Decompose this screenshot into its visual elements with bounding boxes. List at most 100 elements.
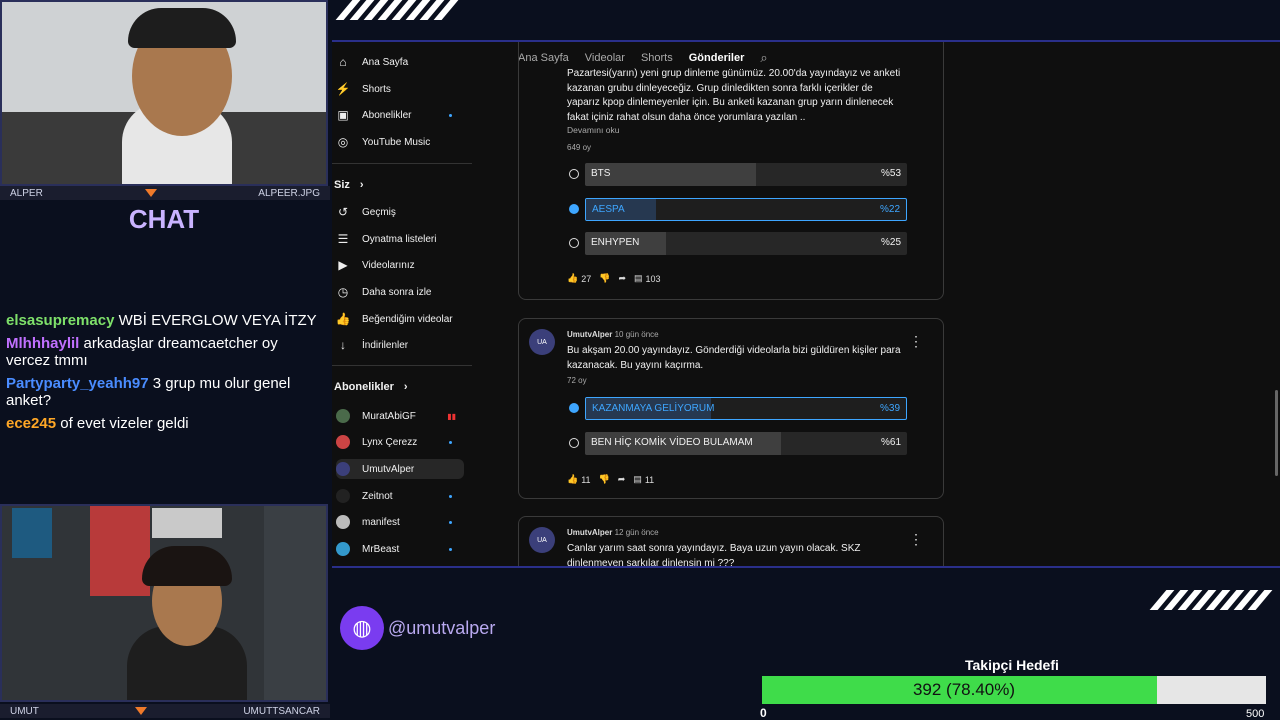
sidebar-item-label: UmutvAlper	[362, 463, 415, 475]
comments-button[interactable]: ▤ 103	[634, 273, 661, 284]
section-label: Abonelikler	[334, 381, 394, 393]
video-icon: ▶	[338, 258, 348, 272]
comment-icon: ▤	[634, 273, 643, 283]
sidebar-item-history[interactable]: ↺ Geçmiş	[336, 202, 464, 222]
handle-text: @umutvalper	[388, 617, 496, 638]
sidebar-channel-mrbeast[interactable]: MrBeast	[336, 539, 464, 559]
post-author[interactable]: UmutvAlper	[567, 528, 612, 537]
webcam-top-handle: ALPEER.JPG	[258, 187, 320, 199]
poll-radio-checked[interactable]	[569, 403, 579, 413]
poll-radio[interactable]	[569, 169, 579, 179]
share-button[interactable]: ➦	[618, 474, 626, 485]
sidebar-item-playlists[interactable]: ☰ Oynatma listeleri	[336, 229, 464, 249]
new-content-dot	[449, 547, 452, 551]
post-author[interactable]: UmutvAlper	[567, 330, 612, 339]
chat-message: Mlhhhaylil arkadaşlar dreamcaetcher oy v…	[6, 335, 324, 369]
more-options-icon[interactable]: ⋮	[909, 333, 923, 350]
comments-button[interactable]: ▤ 11	[633, 474, 654, 485]
live-icon: ▮▮	[447, 411, 456, 421]
sidebar-channel-muratabigf[interactable]: MuratAbiGF ▮▮	[336, 406, 464, 426]
shorts-icon: ⚡	[335, 82, 351, 96]
sidebar-item-label: Lynx Çerezz	[362, 436, 418, 448]
chat-title: CHAT	[128, 204, 200, 234]
sidebar-item-your-videos[interactable]: ▶ Videolarınız	[336, 255, 464, 275]
poll-option[interactable]: BEN HİÇ KOMİK VİDEO BULAMAM %61	[585, 432, 907, 455]
sidebar-item-subscriptions[interactable]: ▣ Abonelikler	[336, 105, 464, 125]
sidebar-item-label: Beğendiğim videolar	[362, 313, 453, 325]
webcam-bottom-handle: UMUTTSANCAR	[243, 705, 320, 717]
thumbs-down-icon: 👎	[598, 474, 610, 484]
youtube-window: ⌂ Ana Sayfa ⚡ Shorts ▣ Abonelikler ◎ YouTube…	[332, 40, 1280, 568]
poll-radio[interactable]	[569, 438, 579, 448]
clock-icon: ◷	[337, 285, 349, 299]
thumbs-down-icon: 👎	[599, 273, 611, 283]
sidebar-subscriptions-header[interactable]: Abonelikler ›	[334, 381, 408, 393]
sidebar: ⌂ Ana Sayfa ⚡ Shorts ▣ Abonelikler ◎ YouTube…	[332, 42, 472, 566]
goal-min: 0	[760, 706, 767, 720]
poll-radio[interactable]	[569, 238, 579, 248]
poll-option-selected[interactable]: KAZANMAYA GELİYORUM %39	[585, 397, 907, 420]
channel-avatar[interactable]: UA	[529, 329, 555, 355]
poll-option-percent: %61	[880, 437, 901, 448]
history-icon: ↺	[337, 205, 349, 219]
poll-option-percent: %39	[879, 403, 900, 414]
sidebar-item-shorts[interactable]: ⚡ Shorts	[336, 79, 464, 99]
post-actions: 👍 11 👎 ➦ ▤ 11	[567, 474, 654, 485]
poll-radio-checked[interactable]	[569, 204, 579, 214]
subscriptions-icon: ▣	[337, 108, 349, 122]
dislike-button[interactable]: 👎	[599, 273, 610, 284]
globe-icon: ◍	[340, 606, 384, 650]
sidebar-item-label: Ana Sayfa	[362, 56, 409, 68]
scrollbar[interactable]	[1275, 390, 1278, 476]
chat-username[interactable]: Mlhhhaylil	[6, 335, 79, 352]
chat-username[interactable]: Partyparty_yeahh97	[6, 375, 149, 392]
sidebar-item-label: MuratAbiGF	[362, 410, 416, 422]
like-button[interactable]: 👍 27	[567, 273, 591, 284]
new-content-dot	[449, 440, 452, 444]
more-options-icon[interactable]: ⋮	[909, 531, 923, 548]
chat-username[interactable]: ece245	[6, 415, 56, 432]
sidebar-item-label: MrBeast	[362, 543, 400, 555]
channel-avatar	[336, 462, 350, 476]
webcam-bottom-label-bar: UMUT UMUTTSANCAR	[0, 704, 330, 718]
goal-max: 500	[1246, 708, 1265, 720]
chat-messages: elsasupremacy WBİ EVERGLOW VEYA İTZY Mlhh…	[6, 312, 324, 438]
comment-count: 103	[645, 273, 661, 284]
sidebar-item-home[interactable]: ⌂ Ana Sayfa	[336, 52, 464, 72]
post-time: 12 gün önce	[614, 528, 659, 537]
music-icon: ◎	[337, 135, 349, 149]
share-button[interactable]: ➦	[618, 273, 626, 284]
post-text: Canlar yarım saat sonra yayındayız. Baya…	[567, 543, 861, 568]
sidebar-divider	[332, 163, 472, 164]
thumbs-up-icon: 👍	[567, 273, 579, 283]
channel-avatar[interactable]: UA	[529, 527, 555, 553]
poll-option-label: KAZANMAYA GELİYORUM	[592, 403, 715, 414]
dislike-button[interactable]: 👎	[599, 474, 610, 485]
sidebar-channel-zeitnot[interactable]: Zeitnot	[336, 486, 464, 506]
sidebar-item-downloads[interactable]: ↓ İndirilenler	[336, 335, 464, 355]
poll-option[interactable]: ENHYPEN %25	[585, 232, 907, 255]
poll-option[interactable]: BTS %53	[585, 163, 907, 186]
webcam-bottom-name: UMUT	[10, 705, 39, 717]
top-stripes-decoration	[335, 0, 459, 20]
poll-option-label: BTS	[591, 168, 611, 179]
sidebar-item-label: Oynatma listeleri	[362, 233, 437, 245]
sidebar-item-watch-later[interactable]: ◷ Daha sonra izle	[336, 282, 464, 302]
sidebar-you-header[interactable]: Siz ›	[334, 179, 364, 191]
sidebar-item-label: Zeitnot	[362, 490, 393, 502]
sidebar-channel-manifest[interactable]: manifest	[336, 512, 464, 532]
like-count: 27	[581, 273, 592, 284]
sidebar-channel-umutvalper[interactable]: UmutvAlper	[336, 459, 464, 479]
sidebar-item-youtube-music[interactable]: ◎ YouTube Music	[336, 132, 464, 152]
sidebar-item-label: İndirilenler	[362, 339, 409, 351]
like-button[interactable]: 👍 11	[567, 474, 591, 485]
new-content-dot	[449, 520, 452, 524]
channel-avatar	[336, 489, 350, 503]
poll-option-selected[interactable]: AESPA %22	[585, 198, 907, 221]
vote-count: 72 oy	[567, 376, 587, 385]
read-more-link[interactable]: Devamını oku	[567, 125, 619, 135]
chat-username[interactable]: elsasupremacy	[6, 312, 114, 329]
post-card: Pazartesi(yarın) yeni grup dinleme günüm…	[518, 42, 944, 300]
sidebar-channel-lynx-cerezz[interactable]: Lynx Çerezz	[336, 432, 464, 452]
sidebar-item-liked-videos[interactable]: 👍 Beğendiğim videolar	[336, 309, 464, 329]
